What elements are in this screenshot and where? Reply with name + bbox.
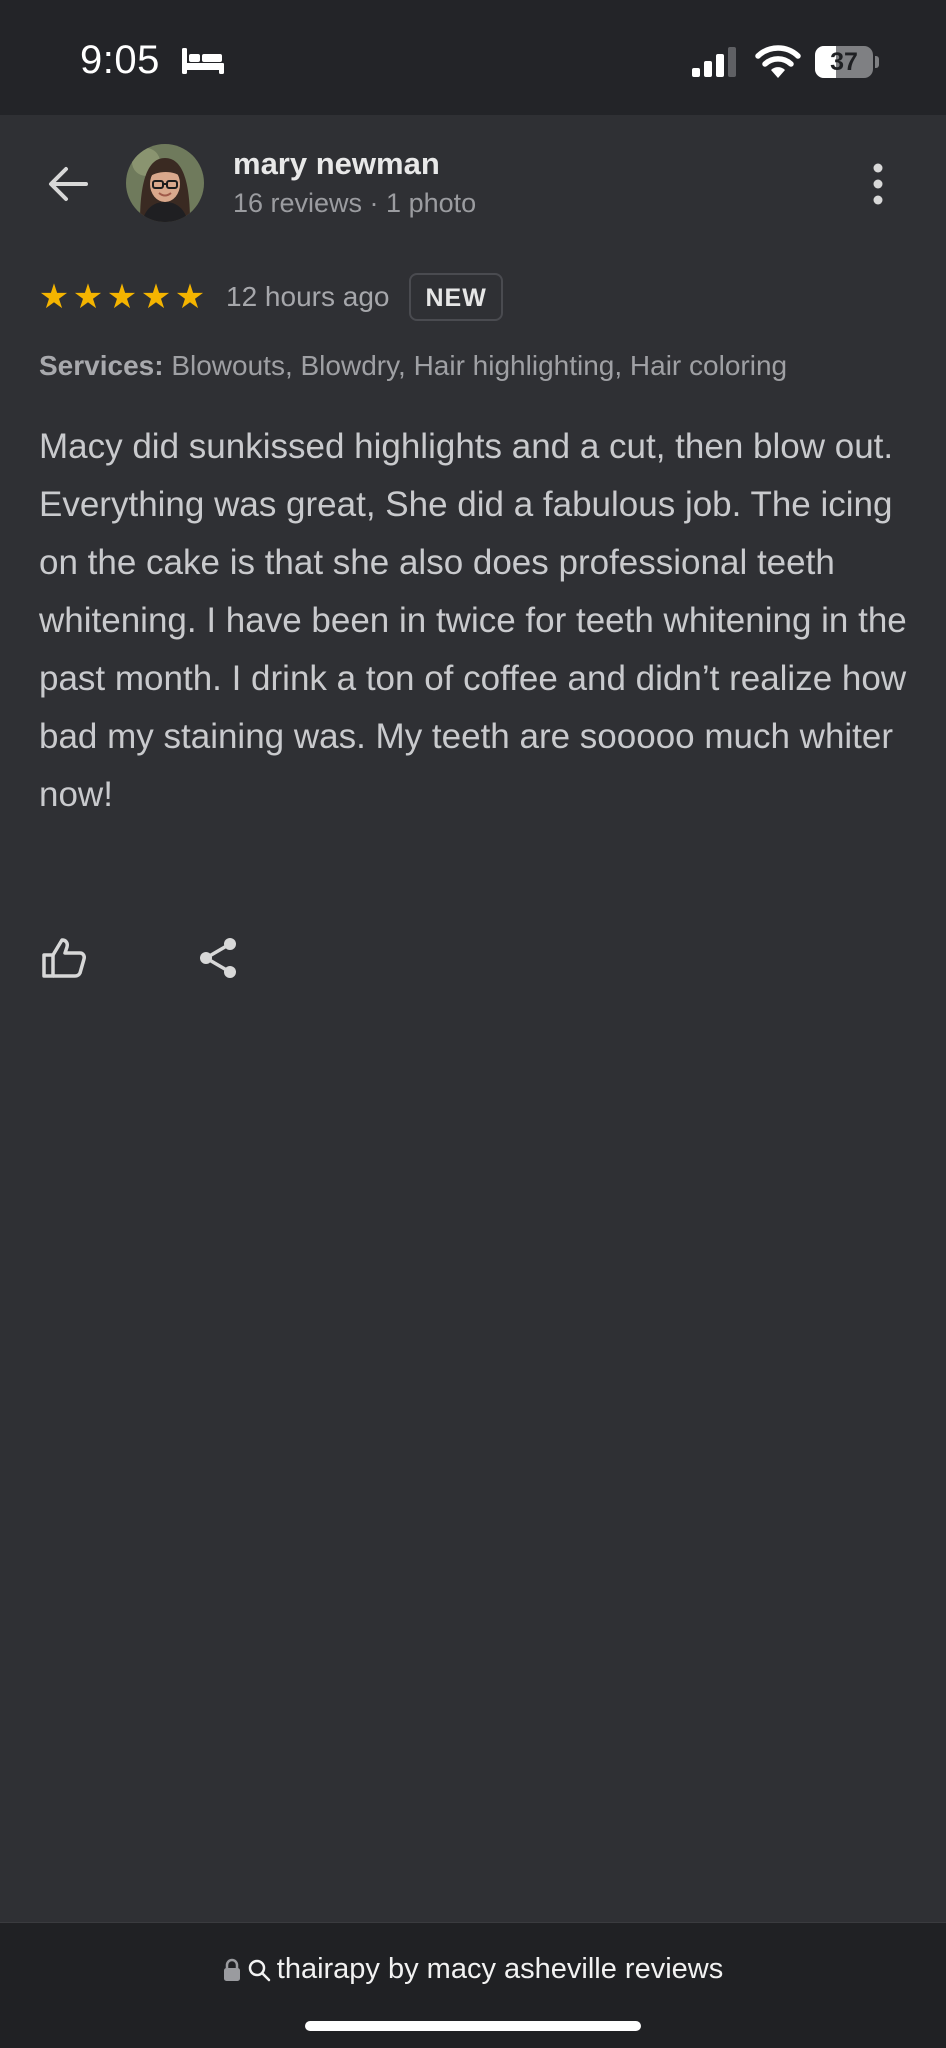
share-button[interactable]	[190, 930, 246, 986]
star-icon: ★	[106, 278, 138, 316]
browser-address-bar: thairapy by macy asheville reviews	[0, 1922, 946, 2048]
battery-indicator: 37	[815, 46, 879, 78]
review-time: 12 hours ago	[226, 281, 390, 312]
star-icon: ★	[140, 278, 172, 316]
arrow-left-icon	[49, 167, 88, 201]
more-vertical-icon	[873, 163, 883, 205]
status-bar: 9:05 37	[0, 0, 946, 115]
star-rating: ★ ★ ★ ★ ★	[38, 280, 206, 314]
thumbs-up-icon	[42, 938, 86, 978]
share-icon	[200, 938, 236, 978]
wifi-icon	[755, 45, 801, 78]
star-icon: ★	[38, 278, 70, 316]
new-badge: NEW	[409, 273, 503, 321]
back-button[interactable]	[36, 152, 100, 216]
bed-icon	[182, 48, 224, 74]
avatar[interactable]	[126, 144, 204, 222]
battery-level-text: 37	[830, 48, 858, 76]
review-text: Macy did sunkissed highlights and a cut,…	[39, 427, 907, 814]
url-field[interactable]: thairapy by macy asheville reviews	[0, 1953, 946, 1986]
reviewer-meta: 16 reviews · 1 photo	[233, 188, 477, 218]
search-icon	[248, 1959, 271, 1981]
lock-icon	[223, 1958, 240, 1981]
reviewer-name[interactable]: mary newman	[233, 146, 440, 182]
more-options-button[interactable]	[856, 156, 900, 212]
star-icon: ★	[72, 278, 104, 316]
avatar-photo	[126, 144, 204, 222]
cellular-signal-icon	[692, 47, 736, 77]
battery-body: 37	[815, 46, 873, 78]
status-time: 9:05	[80, 38, 160, 82]
services-label: Services:	[39, 350, 164, 381]
like-button[interactable]	[36, 930, 92, 986]
star-icon: ★	[174, 278, 206, 316]
battery-cap	[875, 56, 879, 68]
rating-row: ★ ★ ★ ★ ★ 12 hours ago NEW	[38, 272, 503, 322]
services-value: Blowouts, Blowdry, Hair highlighting, Ha…	[171, 350, 788, 381]
home-indicator[interactable]	[305, 2021, 641, 2031]
services-line: Services: Blowouts, Blowdry, Hair highli…	[39, 350, 787, 382]
url-text: thairapy by macy asheville reviews	[276, 1953, 724, 1985]
